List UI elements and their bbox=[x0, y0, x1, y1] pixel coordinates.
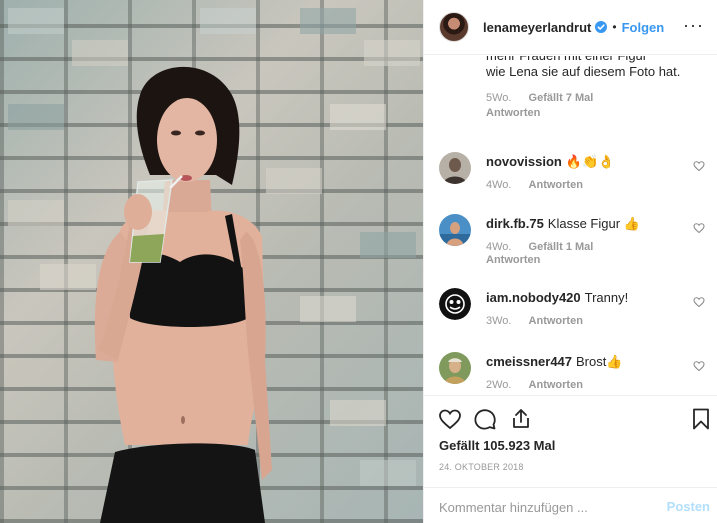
post-comment-button[interactable]: Posten bbox=[667, 499, 710, 514]
follow-button[interactable]: Folgen bbox=[622, 20, 665, 35]
reply-button[interactable]: Antworten bbox=[529, 379, 583, 391]
post-date: 24. OKTOBER 2018 bbox=[439, 462, 524, 472]
comment-input[interactable] bbox=[439, 498, 649, 516]
likes-count[interactable]: Gefällt 105.923 Mal bbox=[439, 438, 555, 453]
more-options-icon[interactable]: ··· bbox=[683, 16, 704, 34]
comment-text: Klasse Figur 👍 bbox=[547, 216, 640, 231]
author-avatar[interactable] bbox=[439, 12, 469, 42]
comment-time: 5Wo. bbox=[486, 92, 512, 104]
post-header: lenameyerlandrut • Folgen ··· bbox=[424, 0, 717, 55]
commenter-avatar[interactable] bbox=[439, 214, 471, 246]
post-actions: Gefällt 105.923 Mal 24. OKTOBER 2018 Pos… bbox=[424, 395, 717, 523]
comment-time: 4Wo. bbox=[486, 179, 512, 191]
comments-list[interactable]: mehr Frauen mit einer Figur wie Lena sie… bbox=[424, 56, 717, 394]
heart-icon[interactable] bbox=[438, 407, 462, 431]
comment-text: Tranny! bbox=[584, 290, 629, 305]
separator-dot: • bbox=[612, 20, 617, 34]
post-photo[interactable] bbox=[0, 0, 423, 523]
comment-time: 3Wo. bbox=[486, 315, 512, 327]
comment-time: 4Wo. bbox=[486, 241, 512, 253]
reply-button[interactable]: Antworten bbox=[529, 315, 583, 327]
post-panel: lenameyerlandrut • Folgen ··· mehr Fraue… bbox=[423, 0, 717, 523]
comment-text: 🔥👏👌 bbox=[565, 154, 615, 169]
author-username[interactable]: lenameyerlandrut bbox=[483, 20, 591, 35]
commenter-username[interactable]: dirk.fb.75 bbox=[486, 216, 544, 231]
comment-time: 2Wo. bbox=[486, 379, 512, 391]
comment-like-heart-icon[interactable] bbox=[693, 360, 705, 372]
comment-like-heart-icon[interactable] bbox=[693, 222, 705, 234]
comment-icon[interactable] bbox=[473, 407, 497, 431]
reply-button[interactable]: Antworten bbox=[486, 254, 686, 266]
reply-button[interactable]: Antworten bbox=[486, 105, 686, 121]
add-comment-bar: Posten bbox=[424, 487, 717, 523]
comment-likes[interactable]: Gefällt 1 Mal bbox=[529, 241, 594, 253]
commenter-username[interactable]: novovission bbox=[486, 154, 562, 169]
comment-text: wie Lena sie auf diesem Foto hat. bbox=[486, 64, 681, 79]
bookmark-icon[interactable] bbox=[689, 407, 713, 431]
comment-likes[interactable]: Gefällt 7 Mal bbox=[529, 92, 594, 104]
commenter-avatar[interactable] bbox=[439, 288, 471, 320]
photo-woman-drinking bbox=[8, 8, 420, 523]
comment-like-heart-icon[interactable] bbox=[693, 296, 705, 308]
comment-meta: 5Wo. Gefällt 7 Mal bbox=[486, 91, 686, 105]
verified-badge-icon bbox=[595, 21, 608, 33]
comment-like-heart-icon[interactable] bbox=[693, 160, 705, 172]
comment-text-clipped: mehr Frauen mit einer Figur bbox=[486, 56, 686, 64]
share-icon[interactable] bbox=[509, 407, 533, 431]
commenter-avatar[interactable] bbox=[439, 352, 471, 384]
comment-text: Brost👍 bbox=[576, 354, 623, 369]
commenter-username[interactable]: iam.nobody420 bbox=[486, 290, 581, 305]
comment-item-first: mehr Frauen mit einer Figur wie Lena sie… bbox=[486, 56, 686, 121]
commenter-avatar[interactable] bbox=[439, 152, 471, 184]
reply-button[interactable]: Antworten bbox=[529, 179, 583, 191]
commenter-username[interactable]: cmeissner447 bbox=[486, 354, 572, 369]
